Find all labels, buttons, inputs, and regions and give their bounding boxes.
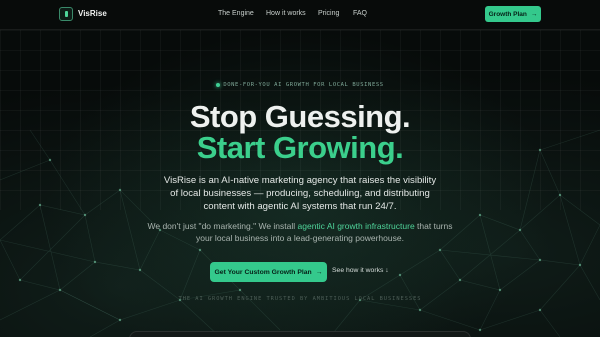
nav-link-faq[interactable]: FAQ <box>353 10 367 17</box>
hero-description: VisRise is an AI-native marketing agency… <box>163 175 437 212</box>
growth-plan-label: Growth Plan <box>488 10 527 18</box>
headline-line-1: Stop Guessing. <box>189 99 411 134</box>
preview-panel <box>129 331 471 337</box>
subtext-highlight: agentic AI growth infrastructure <box>297 221 415 231</box>
trusted-by-caption: THE AI GROWTH ENGINE TRUSTED BY AMBITIOU… <box>178 296 422 302</box>
brand-name[interactable]: VisRise <box>78 9 107 18</box>
hero-subtext: We don't just "do marketing." We install… <box>140 220 460 244</box>
headline-line-2: Start Growing. <box>196 130 404 165</box>
arrow-right-icon: → <box>530 10 538 18</box>
nav-link-the-engine[interactable]: The Engine <box>218 10 254 17</box>
get-growth-plan-button[interactable]: Get Your Custom Growth Plan → <box>210 262 327 282</box>
status-dot-icon <box>216 82 221 87</box>
cta-label: Get Your Custom Growth Plan <box>214 268 312 276</box>
hero-eyebrow: DONE-FOR-YOU AI GROWTH FOR LOCAL BUSINES… <box>0 82 600 88</box>
subtext-before: We don't just "do marketing." We install <box>147 221 298 231</box>
eyebrow-text: DONE-FOR-YOU AI GROWTH FOR LOCAL BUSINES… <box>223 82 384 88</box>
growth-plan-button[interactable]: Growth Plan → <box>485 6 541 22</box>
nav-link-how-it-works[interactable]: How it works <box>266 10 306 17</box>
arrow-right-icon: → <box>315 268 323 276</box>
logo-icon[interactable] <box>59 7 73 21</box>
see-how-it-works-link[interactable]: See how it works ↓ <box>332 267 389 274</box>
network-mesh-graphic <box>0 129 600 337</box>
top-navbar: VisRise The Engine How it works Pricing … <box>0 0 600 30</box>
nav-link-pricing[interactable]: Pricing <box>318 10 339 17</box>
